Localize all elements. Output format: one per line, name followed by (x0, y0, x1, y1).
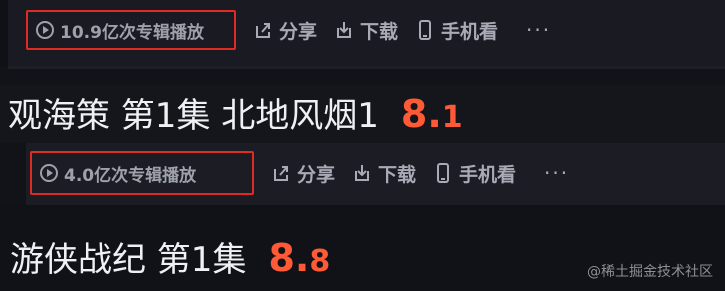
mobile-view-button[interactable]: 手机看 (416, 17, 498, 44)
download-label: 下载 (360, 20, 399, 43)
score-integer: 8. (268, 236, 310, 280)
video-title: 观海策 第1集 北地风烟1 (8, 96, 379, 136)
play-count-highlight: 4.0亿次专辑播放 (30, 151, 254, 195)
play-count-text: 10.9亿次专辑播放 (60, 22, 204, 43)
score-decimal: 8 (309, 244, 331, 279)
share-icon (256, 23, 270, 38)
share-button[interactable]: 分享 (272, 160, 335, 187)
play-circle-icon (36, 21, 54, 39)
score-integer: 8. (400, 92, 442, 136)
share-label: 分享 (297, 163, 336, 186)
score-decimal: 1 (441, 100, 463, 135)
bottom-strip-light (8, 66, 725, 69)
download-icon (355, 165, 370, 181)
share-icon (274, 166, 288, 181)
mobile-phone-icon (419, 20, 432, 40)
play-count-text: 4.0亿次专辑播放 (64, 165, 197, 186)
more-icon[interactable]: ··· (526, 18, 551, 42)
action-toolbar-2: 4.0亿次专辑播放 分享 下载 手机看 ··· (30, 151, 569, 195)
more-icon[interactable]: ··· (544, 161, 569, 185)
mobile-label: 手机看 (441, 20, 499, 43)
download-button[interactable]: 下载 (335, 17, 398, 44)
side-strip (0, 143, 26, 205)
mobile-view-button[interactable]: 手机看 (434, 160, 516, 187)
action-toolbar-1: 10.9亿次专辑播放 分享 下载 手机看 ··· (26, 10, 551, 50)
play-circle-icon (40, 164, 58, 182)
mobile-phone-icon (437, 163, 450, 183)
download-button[interactable]: 下载 (353, 160, 416, 187)
watermark: @稀土掘金技术社区 (587, 264, 713, 280)
video-title: 游侠战纪 第1集 (10, 240, 247, 280)
share-button[interactable]: 分享 (254, 17, 317, 44)
download-icon (337, 22, 352, 38)
share-label: 分享 (279, 20, 318, 43)
video-title-row-1: 观海策 第1集 北地风烟1 8.1 (8, 88, 463, 137)
video-title-row-2: 游侠战纪 第1集 8.8 (10, 232, 330, 281)
score: 8.1 (401, 92, 463, 136)
mobile-label: 手机看 (459, 163, 517, 186)
score: 8.8 (268, 236, 330, 280)
download-label: 下载 (378, 163, 417, 186)
play-count-highlight: 10.9亿次专辑播放 (26, 10, 236, 50)
